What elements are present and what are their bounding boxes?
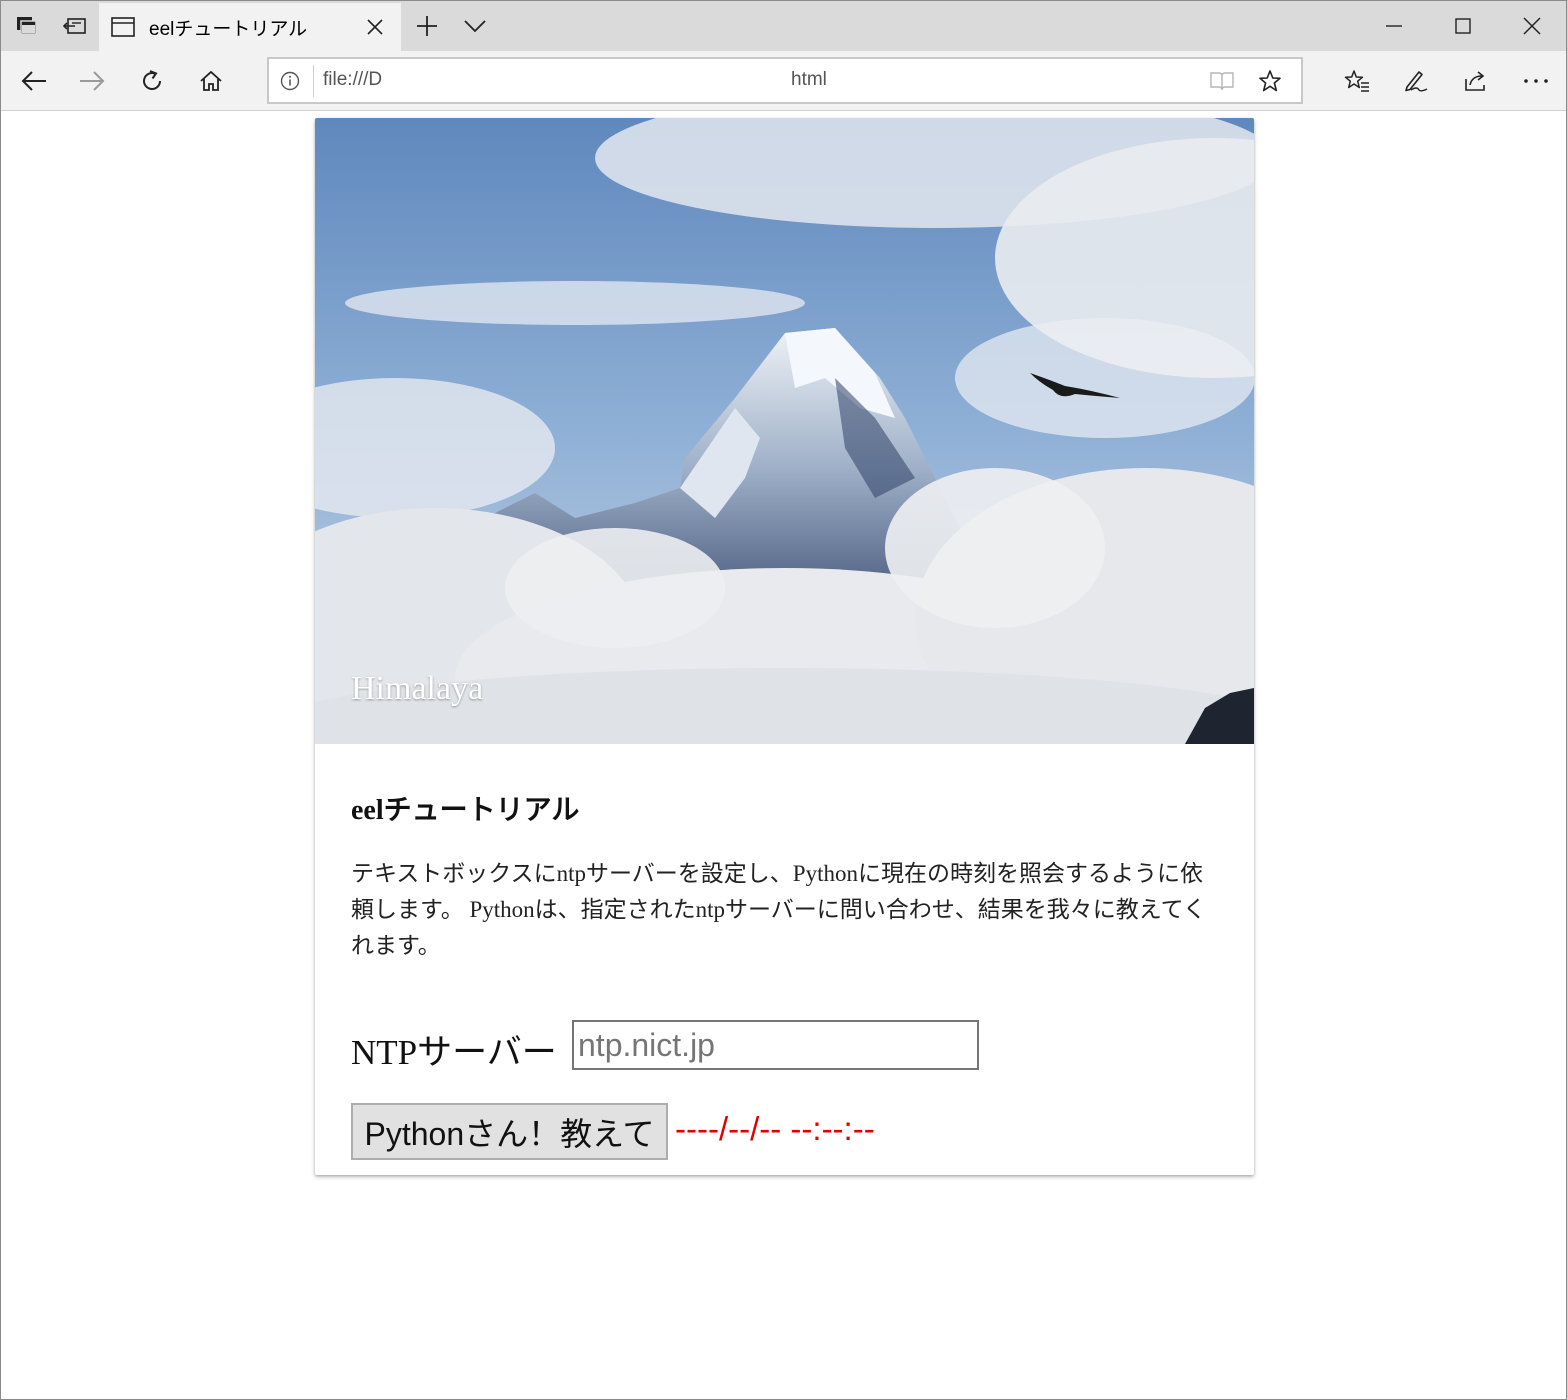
hero-image: Himalaya [315, 118, 1254, 744]
forward-icon [80, 71, 105, 91]
share-button[interactable] [1447, 51, 1505, 111]
tab-active[interactable]: eelチュートリアル [99, 3, 401, 51]
close-icon[interactable] [363, 15, 387, 39]
new-tab-icon [417, 16, 437, 36]
hero-caption: Himalaya [351, 670, 484, 707]
more-icon [1524, 79, 1548, 83]
home-button[interactable] [182, 51, 240, 111]
favorites-list-icon [1344, 70, 1369, 92]
window-close-icon [1522, 17, 1541, 35]
browser-window: eelチュートリアル file:///D html Himalaya eelチュ… [0, 0, 1567, 1400]
minimize-button[interactable] [1359, 1, 1428, 51]
tab-aside-button[interactable] [51, 1, 99, 51]
card-title: eelチュートリアル [351, 795, 580, 826]
back-button[interactable] [5, 51, 63, 111]
maximize-icon [1454, 18, 1471, 34]
address-url-end: html [791, 69, 827, 90]
ask-python-button[interactable]: Pythonさん！教えて [351, 1103, 668, 1160]
page-icon [111, 15, 135, 39]
new-tab-button[interactable] [403, 1, 451, 51]
address-separator [313, 65, 314, 97]
refresh-button[interactable] [123, 51, 181, 111]
ntp-server-label: NTPサーバー [351, 1033, 557, 1072]
tab-title: eelチュートリアル [149, 18, 308, 40]
ntp-server-input[interactable] [572, 1020, 979, 1070]
address-bar[interactable]: file:///D html [267, 57, 1303, 104]
tab-aside-icon [62, 18, 86, 34]
tab-manager-icon [17, 17, 37, 35]
reading-view-icon[interactable] [1209, 69, 1235, 93]
favorite-star-icon[interactable] [1257, 68, 1283, 94]
chevron-down-icon [464, 20, 486, 33]
tab-bar: eelチュートリアル [1, 1, 1566, 51]
info-icon[interactable] [279, 70, 301, 92]
back-icon [21, 71, 46, 91]
navigation-bar: file:///D html [1, 51, 1566, 111]
content-card: Himalaya eelチュートリアル テキストボックスにntpサーバーを設定し… [315, 118, 1254, 1175]
refresh-icon [143, 70, 161, 90]
window-close-button[interactable] [1497, 1, 1566, 51]
home-icon [200, 70, 222, 91]
forward-button[interactable] [63, 51, 121, 111]
favorites-button[interactable] [1328, 51, 1386, 111]
tab-manager-button[interactable] [3, 1, 51, 51]
card-description: テキストボックスにntpサーバーを設定し、Pythonに現在の時刻を照会するよう… [351, 861, 1206, 958]
pen-icon [1405, 71, 1428, 92]
notes-button[interactable] [1387, 51, 1445, 111]
address-url-start: file:///D [323, 69, 383, 90]
tab-preview-button[interactable] [451, 1, 499, 51]
time-result: ----/--/-- --:--:-- [675, 1110, 875, 1147]
more-button[interactable] [1507, 51, 1565, 111]
share-icon [1465, 71, 1485, 91]
minimize-icon [1385, 25, 1402, 27]
maximize-button[interactable] [1428, 1, 1497, 51]
